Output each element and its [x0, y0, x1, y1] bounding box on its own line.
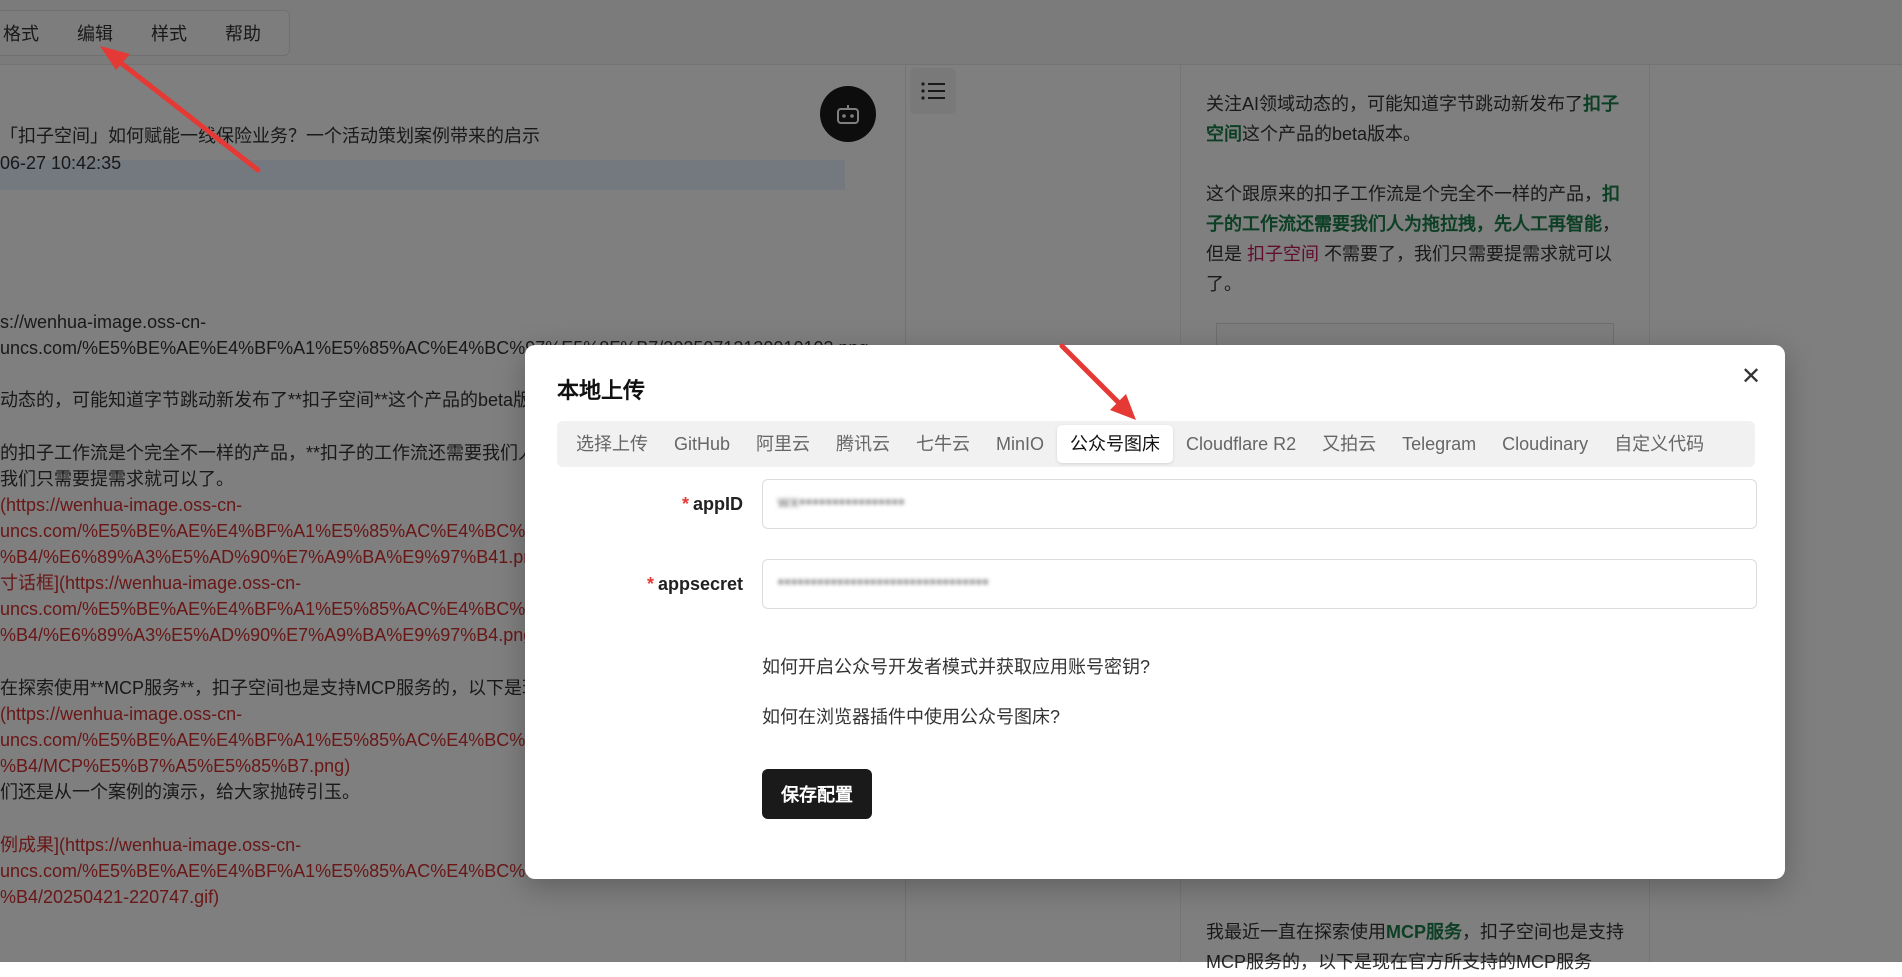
arrow-to-edit-menu [100, 46, 258, 170]
arrow-to-wechat-tab [1062, 346, 1136, 420]
annotation-arrows [0, 0, 1902, 962]
